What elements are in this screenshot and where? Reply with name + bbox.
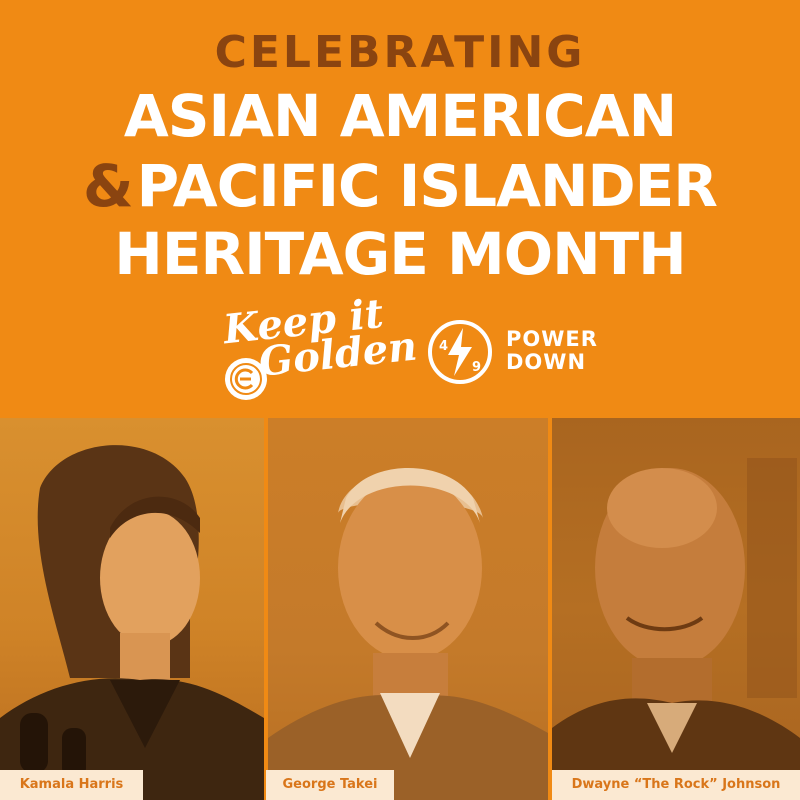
sponsor-logos: Keep it Golden 4 9 POWER DOWN <box>0 290 800 410</box>
poster-header: CELEBRATING ASIAN AMERICAN &PACIFIC ISLA… <box>0 0 800 418</box>
power-down-wordmark: POWER DOWN <box>506 328 598 374</box>
keep-it-golden-logo: Keep it Golden <box>195 290 419 410</box>
portrait-gallery: Kamala Harris George Takei Dwayne “The R… <box>0 418 800 800</box>
portrait-kamala-harris <box>0 418 264 800</box>
caption-dwayne-johnson: Dwayne “The Rock” Johnson <box>552 770 800 800</box>
power-down-end-hour: 9 <box>472 360 481 375</box>
title-line-2: &PACIFIC ISLANDER <box>0 154 800 218</box>
power-down-line-2: DOWN <box>506 350 587 374</box>
lightning-bolt-icon: 4 9 <box>428 320 492 384</box>
keep-it-golden-line-2: Golden <box>256 322 420 386</box>
power-down-logo: 4 9 POWER DOWN <box>426 318 616 388</box>
portrait-george-takei <box>268 418 548 800</box>
portrait-dwayne-johnson <box>552 418 800 800</box>
caption-kamala-harris: Kamala Harris <box>0 770 143 800</box>
energy-upgrade-seal-icon <box>225 358 267 400</box>
george-takei-photo <box>268 468 548 800</box>
title-line-1: ASIAN AMERICAN <box>123 82 677 150</box>
power-down-line-1: POWER <box>506 327 598 351</box>
kamala-harris-photo <box>0 445 264 800</box>
ampersand: & <box>83 152 134 220</box>
heritage-month-poster: CELEBRATING ASIAN AMERICAN &PACIFIC ISLA… <box>0 0 800 800</box>
title-line-3: HERITAGE MONTH <box>114 220 686 288</box>
title-line-2-text: PACIFIC ISLANDER <box>136 152 718 220</box>
power-down-start-hour: 4 <box>439 339 448 354</box>
dwayne-johnson-photo <box>552 458 800 800</box>
kicker-text: CELEBRATING <box>214 27 586 78</box>
caption-george-takei: George Takei <box>266 770 394 800</box>
